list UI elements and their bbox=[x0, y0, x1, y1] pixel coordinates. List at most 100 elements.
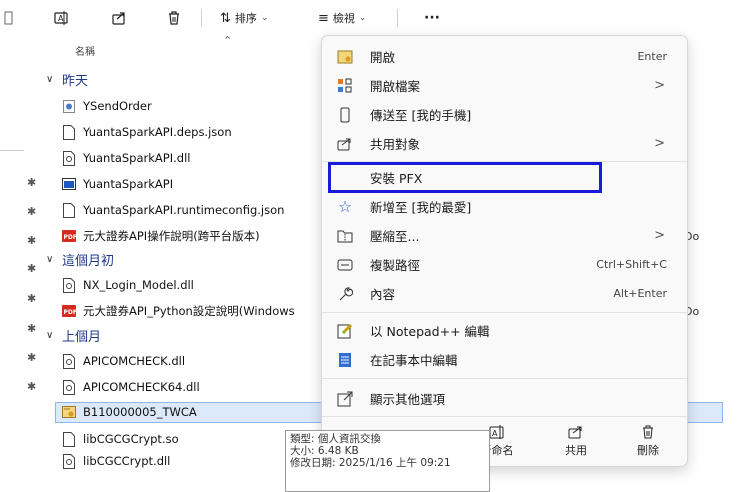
share-icon bbox=[546, 418, 606, 440]
chevron-right-icon: > bbox=[654, 228, 665, 243]
more-options-icon bbox=[336, 390, 354, 408]
pin-icon[interactable]: ✱ bbox=[27, 205, 36, 218]
svg-text:PDF: PDF bbox=[64, 234, 77, 241]
dll-file-icon bbox=[62, 379, 76, 395]
file-name: 元大證券API_Python設定說明(Windows bbox=[83, 304, 295, 318]
group-header-early-this-month[interactable]: ∨ 這個月初 bbox=[46, 250, 114, 269]
more-options-button[interactable]: ··· bbox=[424, 8, 440, 28]
command-bar: A ⇅ 排序 ⌄ ≡ 檢視 ⌄ ··· bbox=[0, 0, 743, 36]
sort-icon: ⇅ bbox=[220, 10, 231, 26]
new-item-icon[interactable] bbox=[4, 8, 14, 28]
menu-item-label: 內容 bbox=[370, 287, 396, 302]
pin-icon[interactable]: ✱ bbox=[27, 176, 36, 189]
shortcut-text: Enter bbox=[637, 50, 667, 63]
file-row[interactable]: libCGCGCrypt.so bbox=[62, 428, 179, 450]
sort-button[interactable]: ⇅ 排序 ⌄ bbox=[220, 8, 268, 28]
menu-item-edit-notepad[interactable]: 在記事本中編輯 bbox=[322, 345, 687, 374]
file-name: APICOMCHECK.dll bbox=[83, 354, 186, 368]
menu-item-label: 複製路徑 bbox=[370, 258, 421, 273]
chevron-down-icon: ∨ bbox=[46, 74, 54, 85]
pin-icon[interactable]: ✱ bbox=[27, 380, 36, 393]
file-row[interactable]: YuantaSparkAPI bbox=[62, 173, 173, 195]
file-row[interactable]: YSendOrder bbox=[62, 95, 152, 117]
menu-divider bbox=[322, 312, 687, 313]
file-name: YuantaSparkAPI bbox=[83, 177, 174, 191]
menu-item-label: 在記事本中編輯 bbox=[370, 353, 458, 368]
file-row[interactable]: APICOMCHECK64.dll bbox=[62, 376, 200, 398]
dll-file-icon bbox=[62, 277, 76, 293]
chevron-right-icon: > bbox=[654, 136, 665, 151]
pin-icon[interactable]: ✱ bbox=[27, 292, 36, 305]
file-icon bbox=[62, 202, 76, 218]
pin-icon[interactable]: ✱ bbox=[27, 234, 36, 247]
open-with-icon bbox=[336, 77, 354, 95]
file-name: APICOMCHECK64.dll bbox=[83, 380, 200, 394]
share-icon[interactable] bbox=[111, 8, 127, 28]
file-row-selected[interactable]: B110000005_TWCA bbox=[62, 401, 197, 423]
group-header-yesterday[interactable]: ∨ 昨天 bbox=[46, 70, 88, 89]
menu-item-label: 壓縮至... bbox=[370, 229, 420, 244]
context-menu: 開啟 Enter 開啟檔案 > 傳送至 [我的手機] 共用對象 > 安裝 PFX… bbox=[321, 35, 688, 467]
menu-item-properties[interactable]: 內容 Alt+Enter bbox=[322, 279, 687, 308]
menu-item-add-to-favorites[interactable]: ☆ 新增至 [我的最愛] bbox=[322, 192, 687, 221]
pin-icon[interactable]: ✱ bbox=[27, 351, 36, 364]
trash-icon bbox=[618, 418, 678, 440]
file-row[interactable]: YuantaSparkAPI.runtimeconfig.json bbox=[62, 199, 284, 221]
menu-item-compress-to[interactable]: 壓縮至... > bbox=[322, 221, 687, 250]
phone-icon bbox=[336, 106, 354, 124]
zip-folder-icon bbox=[336, 227, 354, 245]
view-icon: ≡ bbox=[318, 10, 329, 26]
file-name: YSendOrder bbox=[83, 99, 152, 113]
svg-text:A: A bbox=[58, 14, 64, 23]
share-icon bbox=[336, 135, 354, 153]
tooltip-size: 大小: 6.48 KB bbox=[290, 445, 359, 457]
file-name: libCGCCrypt.dll bbox=[83, 454, 171, 468]
file-name: YuantaSparkAPI.deps.json bbox=[83, 125, 232, 139]
notepad-icon bbox=[336, 351, 354, 369]
menu-divider bbox=[322, 416, 687, 417]
dll-file-icon bbox=[62, 353, 76, 369]
file-row[interactable]: PDF 元大證券API_Python設定說明(Windows bbox=[62, 300, 295, 322]
file-row[interactable]: APICOMCHECK.dll bbox=[62, 350, 185, 372]
delete-icon[interactable] bbox=[166, 8, 182, 28]
pin-icon[interactable]: ✱ bbox=[27, 322, 36, 335]
file-row[interactable]: YuantaSparkAPI.dll bbox=[62, 147, 190, 169]
svg-text:PDF: PDF bbox=[64, 309, 77, 316]
name-column-header[interactable]: 名稱 bbox=[75, 43, 95, 58]
file-name: libCGCGCrypt.so bbox=[83, 432, 179, 446]
file-name: B110000005_TWCA bbox=[83, 405, 197, 419]
file-row[interactable]: YuantaSparkAPI.deps.json bbox=[62, 121, 232, 143]
tooltip-type: 類型: 個人資訊交換 bbox=[290, 433, 381, 445]
group-label: 這個月初 bbox=[62, 254, 115, 269]
file-icon bbox=[62, 124, 76, 140]
menu-item-copy-path[interactable]: 複製路徑 Ctrl+Shift+C bbox=[322, 250, 687, 279]
share-button[interactable]: 共用 bbox=[546, 418, 606, 458]
menu-item-share-with[interactable]: 共用對象 > bbox=[322, 129, 687, 158]
share-label: 共用 bbox=[565, 444, 587, 457]
menu-item-edit-notepadpp[interactable]: 以 Notepad++ 編輯 bbox=[322, 316, 687, 345]
file-name: YuantaSparkAPI.dll bbox=[83, 151, 191, 165]
toolbar-divider bbox=[201, 9, 202, 27]
shortcut-text: Alt+Enter bbox=[613, 287, 667, 300]
file-row[interactable]: PDF 元大證券API操作說明(跨平台版本) bbox=[62, 225, 260, 247]
menu-item-open[interactable]: 開啟 Enter bbox=[322, 42, 687, 71]
menu-item-send-to-phone[interactable]: 傳送至 [我的手機] bbox=[322, 100, 687, 129]
group-header-last-month[interactable]: ∨ 上個月 bbox=[46, 326, 101, 345]
file-name: YuantaSparkAPI.runtimeconfig.json bbox=[83, 203, 285, 217]
menu-item-label: 新增至 [我的最愛] bbox=[370, 200, 472, 215]
sort-label: 排序 bbox=[234, 12, 257, 25]
group-label: 昨天 bbox=[62, 74, 89, 89]
nav-divider bbox=[0, 150, 24, 151]
menu-item-open-with[interactable]: 開啟檔案 > bbox=[322, 71, 687, 100]
delete-button[interactable]: 刪除 bbox=[618, 418, 678, 458]
menu-item-show-more-options[interactable]: 顯示其他選項 bbox=[322, 384, 687, 413]
file-row[interactable]: libCGCCrypt.dll bbox=[62, 454, 170, 472]
rename-icon[interactable]: A bbox=[53, 8, 69, 28]
view-button[interactable]: ≡ 檢視 ⌄ bbox=[318, 8, 366, 28]
file-row[interactable]: NX_Login_Model.dll bbox=[62, 274, 194, 296]
app-window-icon bbox=[62, 177, 76, 192]
pin-icon[interactable]: ✱ bbox=[27, 262, 36, 275]
delete-label: 刪除 bbox=[637, 444, 659, 457]
open-icon bbox=[336, 48, 354, 66]
menu-item-label: 開啟檔案 bbox=[370, 79, 421, 94]
